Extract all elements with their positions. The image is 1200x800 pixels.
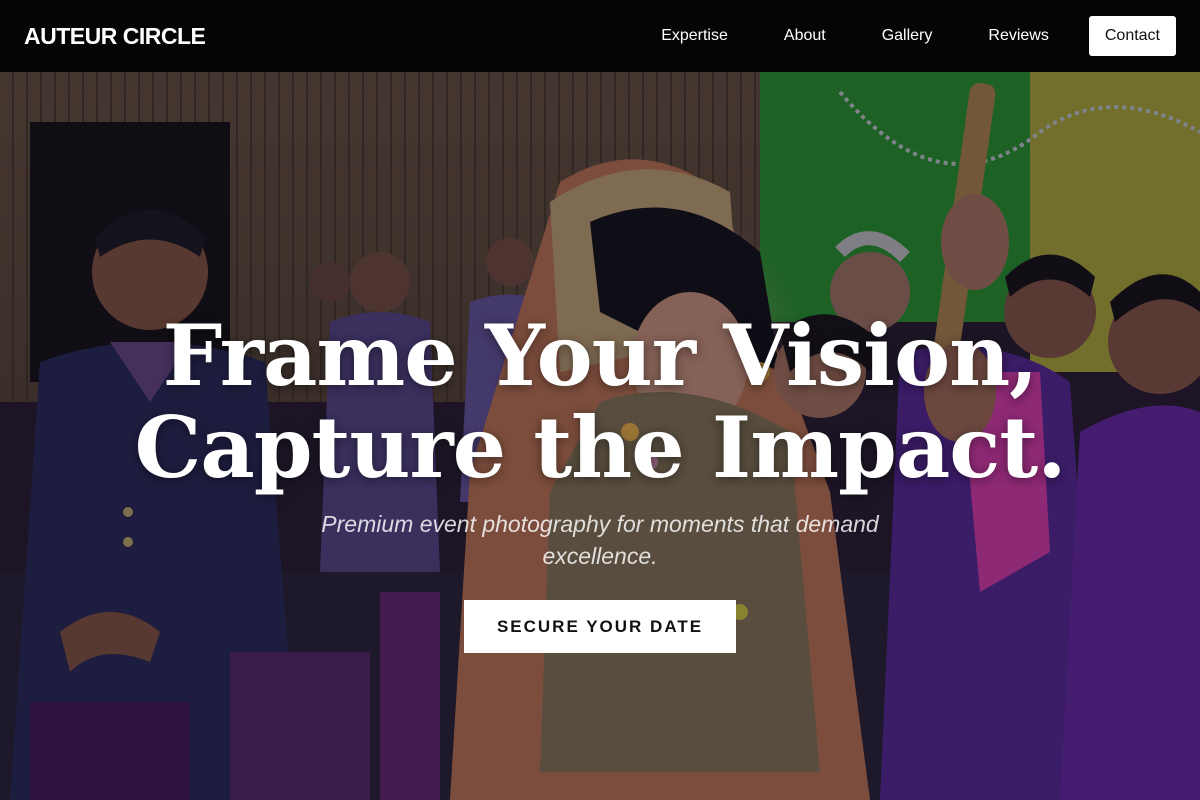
nav-link-gallery[interactable]: Gallery — [882, 27, 933, 45]
hero-content: Frame Your Vision, Capture the Impact. P… — [0, 72, 1200, 800]
nav-link-expertise[interactable]: Expertise — [661, 27, 728, 45]
nav-link-about[interactable]: About — [784, 27, 826, 45]
hero-section: Frame Your Vision, Capture the Impact. P… — [0, 72, 1200, 800]
secure-date-button[interactable]: SECURE YOUR DATE — [464, 600, 736, 653]
contact-button[interactable]: Contact — [1088, 16, 1176, 56]
hero-title: Frame Your Vision, Capture the Impact. — [134, 306, 1067, 497]
brand-logo[interactable]: AUTEUR CIRCLE — [24, 23, 206, 50]
hero-title-line-2: Capture the Impact. — [134, 398, 1067, 497]
top-navbar: AUTEUR CIRCLE Expertise About Gallery Re… — [0, 0, 1200, 72]
nav-link-reviews[interactable]: Reviews — [988, 27, 1048, 45]
nav-links: Expertise About Gallery Reviews Contact — [605, 16, 1176, 56]
hero-title-line-1: Frame Your Vision, — [162, 306, 1039, 405]
hero-subtitle: Premium event photography for moments th… — [321, 511, 879, 569]
